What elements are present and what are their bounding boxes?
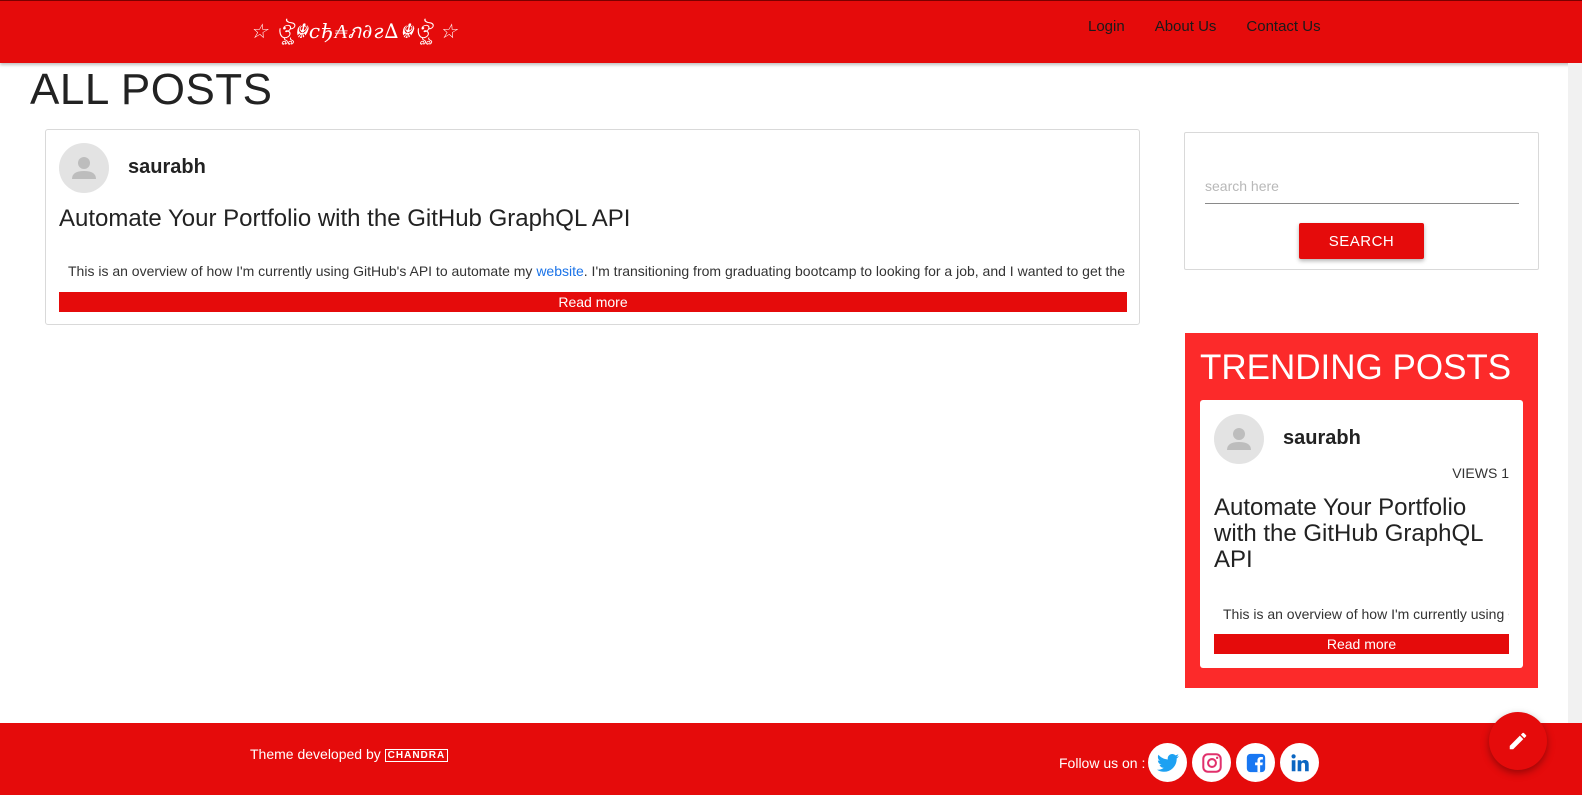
follow-label: Follow us on : xyxy=(1059,755,1146,771)
views-count: VIEWS 1 xyxy=(1452,465,1509,481)
trending-post-title[interactable]: Automate Your Portfolio with the GitHub … xyxy=(1214,495,1514,573)
excerpt-link[interactable]: website xyxy=(536,263,583,279)
credit-text: Theme developed by xyxy=(250,746,381,762)
trending-title: TRENDING POSTS xyxy=(1200,348,1512,387)
instagram-icon xyxy=(1201,752,1222,773)
linkedin-icon xyxy=(1290,753,1309,771)
facebook-button[interactable] xyxy=(1236,743,1275,782)
twitter-button[interactable] xyxy=(1148,743,1187,782)
trending-author: saurabh xyxy=(1283,427,1361,449)
scrollbar[interactable] xyxy=(1568,63,1582,723)
instagram-button[interactable] xyxy=(1192,743,1231,782)
user-icon xyxy=(1227,428,1251,450)
post-card: saurabh Automate Your Portfolio with the… xyxy=(45,129,1140,325)
footer-credit: Theme developed by CHANDRA xyxy=(250,746,449,762)
avatar xyxy=(59,143,109,193)
avatar xyxy=(1214,414,1264,464)
trending-excerpt: This is an overview of how I'm currently… xyxy=(1223,606,1509,622)
excerpt-text: This is an overview of how I'm currently… xyxy=(68,263,537,279)
nav-login-link[interactable]: Login xyxy=(1088,18,1125,35)
linkedin-button[interactable] xyxy=(1280,743,1319,782)
footer: Theme developed by CHANDRA Follow us on … xyxy=(0,723,1582,795)
search-button[interactable]: SEARCH xyxy=(1299,223,1424,259)
nav-about-link[interactable]: About Us xyxy=(1155,18,1217,35)
trending-card: saurabh VIEWS 1 Automate Your Portfolio … xyxy=(1200,400,1523,668)
page-title: ALL POSTS xyxy=(30,65,273,114)
site-logo[interactable]: ☆ ঔৣ☬cђ₳ภ∂г∆☬ঔৣ ☆ xyxy=(250,15,458,50)
pencil-icon xyxy=(1509,732,1527,750)
navbar: ☆ ঔৣ☬cђ₳ภ∂г∆☬ঔৣ ☆ Login About Us Contact… xyxy=(0,0,1582,63)
brand-link[interactable]: CHANDRA xyxy=(384,749,449,762)
read-more-button[interactable]: Read more xyxy=(59,292,1127,312)
post-excerpt: This is an overview of how I'm currently… xyxy=(68,263,1126,279)
user-icon xyxy=(72,157,96,179)
excerpt-text-rest: . I'm transitioning from graduating boot… xyxy=(583,263,1126,279)
edit-fab-button[interactable] xyxy=(1489,712,1547,770)
facebook-icon xyxy=(1246,753,1265,772)
search-card: SEARCH xyxy=(1184,132,1539,270)
post-title[interactable]: Automate Your Portfolio with the GitHub … xyxy=(59,205,630,233)
social-links xyxy=(1148,743,1319,782)
trending-read-more-button[interactable]: Read more xyxy=(1214,634,1509,654)
nav-links: Login About Us Contact Us xyxy=(1088,18,1321,35)
twitter-icon xyxy=(1156,753,1179,772)
nav-contact-link[interactable]: Contact Us xyxy=(1246,18,1320,35)
trending-section: TRENDING POSTS saurabh VIEWS 1 Automate … xyxy=(1185,333,1538,688)
post-author: saurabh xyxy=(128,156,206,178)
search-input[interactable] xyxy=(1205,168,1519,204)
